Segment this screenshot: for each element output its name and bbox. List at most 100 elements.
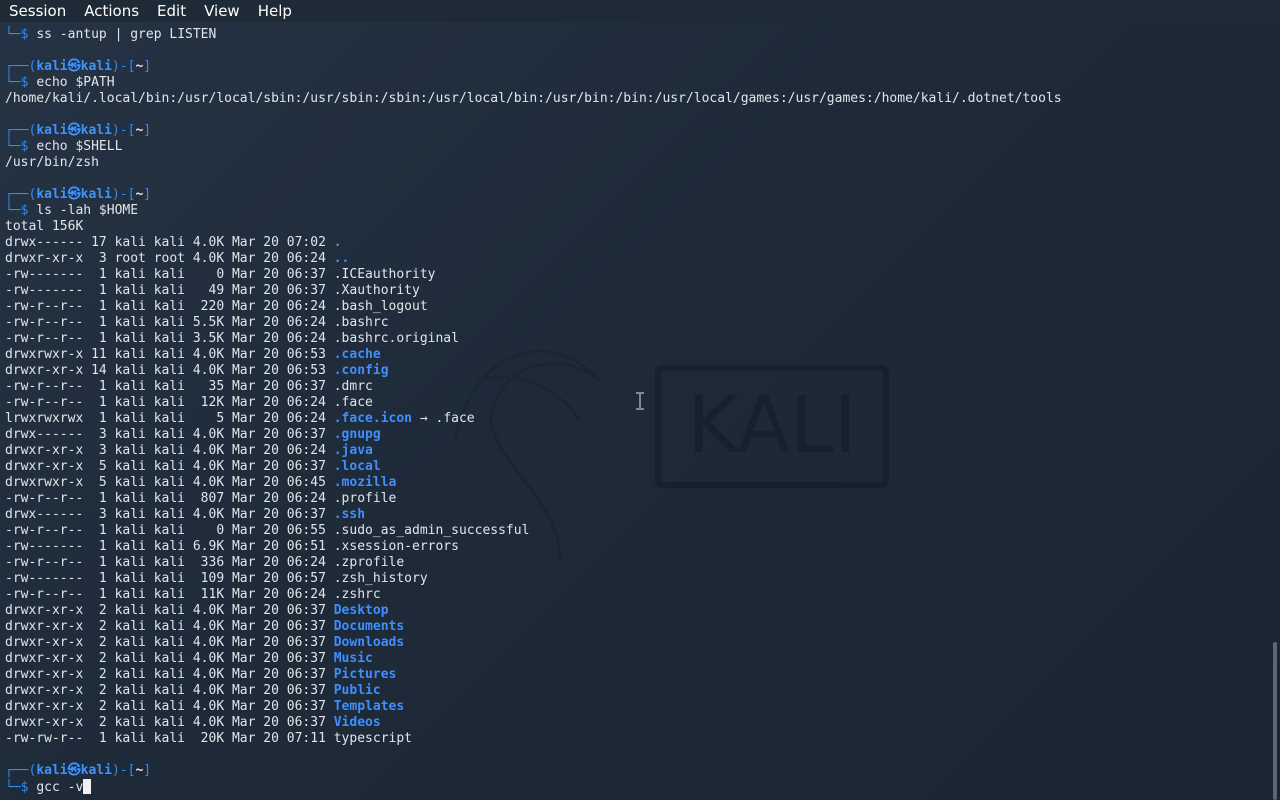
listing-row: drwxr-xr-x 3 kali kali 4.0K Mar 20 06:24… [5,443,1266,459]
listing-row: drwxr-xr-x 2 kali kali 4.0K Mar 20 06:37… [5,619,1266,635]
scrollbar-thumb[interactable] [1273,642,1277,800]
prompt-host: kali [80,763,112,778]
listing-meta: -rw-r--r-- 1 kali kali 12K Mar 20 06:24 [5,395,334,410]
listing-meta: -rw-r--r-- 1 kali kali 220 Mar 20 06:24 [5,299,334,314]
listing-name: .ssh [333,507,366,522]
listing-meta: drwx------ 17 kali kali 4.0K Mar 20 07:0… [5,235,334,250]
listing-row: drwx------ 3 kali kali 4.0K Mar 20 06:37… [5,507,1266,523]
listing-meta: drwxr-xr-x 14 kali kali 4.0K Mar 20 06:5… [5,363,334,378]
menu-session[interactable]: Session [0,0,75,22]
command-line: └─$ ss -antup | grep LISTEN [5,27,1266,43]
prompt-arrow: └─$ [5,75,37,90]
menu-help[interactable]: Help [249,0,301,22]
listing-row: -rw-rw-r-- 1 kali kali 20K Mar 20 07:11 … [5,731,1266,747]
prompt-host: kali [80,187,112,202]
prompt-host: kali [80,123,112,138]
listing-row: drwxr-xr-x 14 kali kali 4.0K Mar 20 06:5… [5,363,1266,379]
listing-name: .face [333,395,373,410]
prompt-corner: ┌──( [5,187,37,202]
listing-name: .ICEauthority [333,267,436,282]
listing-name: Videos [333,715,381,730]
listing-meta: drwxr-xr-x 2 kali kali 4.0K Mar 20 06:37 [5,667,334,682]
listing-meta: -rw-r--r-- 1 kali kali 3.5K Mar 20 06:24 [5,331,334,346]
prompt-close: ] [143,123,152,138]
terminal-output[interactable]: └─$ ss -antup | grep LISTEN ┌──(kali㉿kali… [5,27,1266,800]
command-text: ss -antup | grep LISTEN [36,27,217,42]
listing-name: .. [333,251,350,266]
prompt-header: ┌──(kali㉿kali)-[~] [5,59,1266,75]
listing-meta: drwx------ 3 kali kali 4.0K Mar 20 06:37 [5,427,334,442]
prompt-header: ┌──(kali㉿kali)-[~] [5,763,1266,779]
prompt-sep: )-[ [111,187,136,202]
listing-row: drwxr-xr-x 2 kali kali 4.0K Mar 20 06:37… [5,699,1266,715]
listing-meta: lrwxrwxrwx 1 kali kali 5 Mar 20 06:24 [5,411,334,426]
listing-row: -rw-r--r-- 1 kali kali 0 Mar 20 06:55 .s… [5,523,1266,539]
prompt-sep: )-[ [111,763,136,778]
listing-meta: drwxr-xr-x 2 kali kali 4.0K Mar 20 06:37 [5,651,334,666]
prompt-close: ] [143,59,152,74]
listing-name: .xsession-errors [333,539,459,554]
listing-name: .zshrc [333,587,381,602]
listing-row: drwx------ 3 kali kali 4.0K Mar 20 06:37… [5,427,1266,443]
listing-meta: -rw-r--r-- 1 kali kali 336 Mar 20 06:24 [5,555,334,570]
listing-row: -rw------- 1 kali kali 49 Mar 20 06:37 .… [5,283,1266,299]
listing-name: .profile [333,491,397,506]
listing-row: -rw-r--r-- 1 kali kali 807 Mar 20 06:24 … [5,491,1266,507]
listing-row: drwxr-xr-x 2 kali kali 4.0K Mar 20 06:37… [5,651,1266,667]
listing-row: drwxr-xr-x 2 kali kali 4.0K Mar 20 06:37… [5,603,1266,619]
text-cursor-icon [636,392,644,410]
prompt-user: kali [36,59,68,74]
listing-row: drwxrwxr-x 5 kali kali 4.0K Mar 20 06:45… [5,475,1266,491]
listing-meta: drwxr-xr-x 3 kali kali 4.0K Mar 20 06:24 [5,443,334,458]
prompt-at-symbol: ㉿ [67,763,81,778]
menu-view[interactable]: View [195,0,249,22]
listing-meta: -rw-rw-r-- 1 kali kali 20K Mar 20 07:11 [5,731,334,746]
prompt-at-symbol: ㉿ [67,123,81,138]
listing-meta: drwxr-xr-x 2 kali kali 4.0K Mar 20 06:37 [5,619,334,634]
prompt-arrow: └─$ [5,139,37,154]
listing-name: .config [333,363,389,378]
listing-row: -rw------- 1 kali kali 6.9K Mar 20 06:51… [5,539,1266,555]
command-text: echo $SHELL [36,139,123,154]
menu-actions[interactable]: Actions [75,0,148,22]
prompt-host: kali [80,59,112,74]
prompt-header: ┌──(kali㉿kali)-[~] [5,123,1266,139]
listing-row: drwxrwxr-x 11 kali kali 4.0K Mar 20 06:5… [5,347,1266,363]
listing-meta: -rw------- 1 kali kali 49 Mar 20 06:37 [5,283,334,298]
listing-meta: drwxr-xr-x 2 kali kali 4.0K Mar 20 06:37 [5,683,334,698]
command-text: ls -lah $HOME [36,203,139,218]
listing-total: total 156K [5,219,1266,235]
listing-name: .Xauthority [333,283,420,298]
prompt-arrow: └─$ [5,27,37,42]
listing-name: .bashrc [333,315,389,330]
listing-name: Pictures [333,667,397,682]
listing-row: drwxr-xr-x 2 kali kali 4.0K Mar 20 06:37… [5,715,1266,731]
listing-name: .cache [333,347,381,362]
output-text: /usr/bin/zsh [5,155,99,170]
command-line: └─$ gcc -v [5,779,1266,795]
listing-meta: -rw------- 1 kali kali 0 Mar 20 06:37 [5,267,334,282]
command-text: gcc -v [36,780,84,795]
prompt-corner: ┌──( [5,763,37,778]
listing-row: -rw-r--r-- 1 kali kali 336 Mar 20 06:24 … [5,555,1266,571]
listing-meta: -rw-r--r-- 1 kali kali 11K Mar 20 06:24 [5,587,334,602]
menu-edit[interactable]: Edit [148,0,195,22]
prompt-close: ] [143,763,152,778]
listing-row: drwxr-xr-x 2 kali kali 4.0K Mar 20 06:37… [5,667,1266,683]
listing-meta: drwxrwxr-x 11 kali kali 4.0K Mar 20 06:5… [5,347,334,362]
scrollbar[interactable] [1270,22,1280,800]
prompt-arrow: └─$ [5,780,37,795]
listing-row: -rw------- 1 kali kali 109 Mar 20 06:57 … [5,571,1266,587]
listing-row: -rw-r--r-- 1 kali kali 11K Mar 20 06:24 … [5,587,1266,603]
listing-total-text: total 156K [5,219,84,234]
output-line: /home/kali/.local/bin:/usr/local/sbin:/u… [5,91,1266,107]
listing-meta: -rw-r--r-- 1 kali kali 807 Mar 20 06:24 [5,491,334,506]
listing-meta: -rw-r--r-- 1 kali kali 5.5K Mar 20 06:24 [5,315,334,330]
listing-name: .java [333,443,373,458]
listing-row: -rw------- 1 kali kali 0 Mar 20 06:37 .I… [5,267,1266,283]
prompt-close: ] [143,187,152,202]
listing-row: -rw-r--r-- 1 kali kali 5.5K Mar 20 06:24… [5,315,1266,331]
